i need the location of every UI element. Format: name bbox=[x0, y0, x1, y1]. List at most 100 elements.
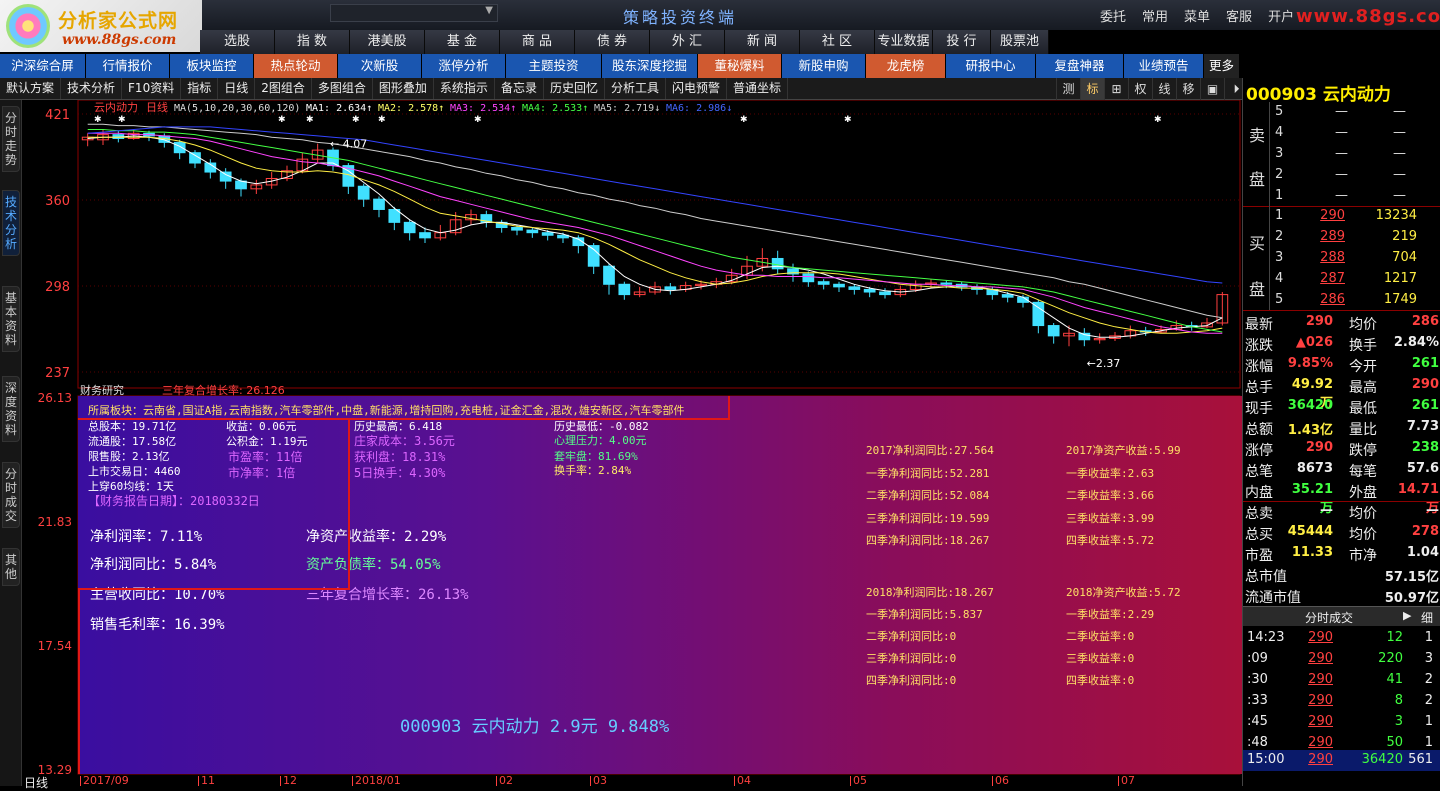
x-tick-label: 2018/01 bbox=[352, 775, 401, 786]
toolbar-right-button[interactable]: 测 bbox=[1056, 78, 1080, 100]
main-nav-item[interactable]: 选股 bbox=[200, 30, 275, 54]
toolbar-item[interactable]: 2图组合 bbox=[255, 78, 312, 99]
window-menu-item[interactable]: 菜单 bbox=[1184, 10, 1210, 25]
order-price[interactable]: 288 bbox=[1305, 250, 1345, 265]
main-nav-item[interactable]: 商 品 bbox=[500, 30, 575, 54]
candle-body bbox=[817, 281, 830, 285]
sub-nav-item[interactable]: 研报中心 bbox=[946, 54, 1036, 78]
sub-nav-item[interactable]: 热点轮动 bbox=[254, 54, 338, 78]
order-price[interactable]: — bbox=[1335, 167, 1348, 182]
window-menu-item[interactable]: 开户 bbox=[1268, 10, 1294, 25]
main-nav-item[interactable]: 社 区 bbox=[800, 30, 875, 54]
main-nav-item[interactable]: 外 汇 bbox=[650, 30, 725, 54]
toolbar-item[interactable]: 多图组合 bbox=[312, 78, 373, 99]
sub-nav-item[interactable]: 沪深综合屏 bbox=[0, 54, 86, 78]
event-marker-icon[interactable]: ✱ bbox=[118, 115, 126, 125]
ticks-detail-toggle[interactable]: 细 bbox=[1421, 609, 1433, 626]
toolbar-item[interactable]: 备忘录 bbox=[495, 78, 544, 99]
event-marker-icon[interactable]: ✱ bbox=[474, 115, 482, 125]
play-icon[interactable]: ▶ bbox=[1403, 609, 1411, 622]
left-tab[interactable]: 分时成交 bbox=[2, 462, 20, 528]
left-tab[interactable]: 技术分析 bbox=[2, 190, 20, 256]
chip-stat: 获利盘：18.31% bbox=[354, 450, 446, 464]
stat-label: 外盘 bbox=[1349, 485, 1377, 501]
main-nav-item[interactable]: 股票池 bbox=[991, 30, 1049, 54]
toolbar-item[interactable]: 分析工具 bbox=[605, 78, 666, 99]
left-tab[interactable]: 其他 bbox=[2, 548, 20, 586]
main-nav-item[interactable]: 新 闻 bbox=[725, 30, 800, 54]
sub-nav-item[interactable]: 股东深度挖掘 bbox=[602, 54, 698, 78]
window-menu-item[interactable]: 常用 bbox=[1142, 10, 1168, 25]
left-tab[interactable]: 分时走势 bbox=[2, 106, 20, 172]
toolbar-item[interactable]: 历史回忆 bbox=[544, 78, 605, 99]
toolbar-right-button[interactable]: ▣ bbox=[1200, 78, 1224, 100]
sub-nav-item[interactable]: 行情报价 bbox=[86, 54, 170, 78]
market-value: 57.15亿 bbox=[1384, 570, 1439, 585]
toolbar-item[interactable]: 图形叠加 bbox=[373, 78, 434, 99]
order-price[interactable]: 286 bbox=[1305, 292, 1345, 307]
tick-time: :45 bbox=[1247, 714, 1268, 729]
period-label[interactable]: 日线 bbox=[24, 774, 48, 791]
logo-url: www.88gs.com bbox=[62, 32, 177, 48]
order-price[interactable]: — bbox=[1335, 104, 1348, 119]
toolbar-item[interactable]: 日线 bbox=[218, 78, 256, 99]
search-dropdown[interactable]: ▼ bbox=[330, 4, 498, 22]
profit-yoy-2017: 一季净利润同比:52.281 bbox=[866, 466, 990, 480]
ma-line bbox=[87, 132, 1223, 334]
toolbar-item[interactable]: 普通坐标 bbox=[727, 78, 789, 99]
main-nav-item[interactable]: 投 行 bbox=[933, 30, 991, 54]
event-marker-icon[interactable]: ✱ bbox=[378, 115, 386, 125]
order-price[interactable]: 290 bbox=[1305, 208, 1345, 223]
window-menu-item[interactable]: 客服 bbox=[1226, 10, 1252, 25]
event-marker-icon[interactable]: ✱ bbox=[740, 115, 748, 125]
event-marker-icon[interactable]: ✱ bbox=[352, 115, 360, 125]
toolbar-right-button[interactable]: ⊞ bbox=[1104, 78, 1128, 100]
x-tick-label: 12 bbox=[280, 775, 297, 786]
kline-chart[interactable]: 421 360 298 237 云内动力 日线 MA(5,10,20,30,60,120) M… bbox=[22, 100, 1242, 390]
sub-nav-item[interactable]: 涨停分析 bbox=[422, 54, 506, 78]
ticks-header[interactable]: 分时成交 ▶ 细 bbox=[1243, 606, 1440, 626]
event-marker-icon[interactable]: ✱ bbox=[306, 115, 314, 125]
order-price[interactable]: 287 bbox=[1305, 271, 1345, 286]
left-tab[interactable]: 基本资料 bbox=[2, 286, 20, 352]
window-menu-item[interactable]: 委托 bbox=[1100, 10, 1126, 25]
sub-nav-item[interactable]: 更多 bbox=[1204, 54, 1240, 78]
main-nav-item[interactable]: 专业数据 bbox=[875, 30, 933, 54]
event-marker-icon[interactable]: ✱ bbox=[94, 115, 102, 125]
event-marker-icon[interactable]: ✱ bbox=[278, 115, 286, 125]
main-nav-item[interactable]: 债 券 bbox=[575, 30, 650, 54]
sub-nav-item[interactable]: 董秘爆料 bbox=[698, 54, 782, 78]
left-tab[interactable]: 深度资料 bbox=[2, 376, 20, 442]
x-tick-label: 11 bbox=[198, 775, 215, 786]
sub-nav-item[interactable]: 龙虎榜 bbox=[866, 54, 946, 78]
order-price[interactable]: — bbox=[1335, 146, 1348, 161]
event-marker-icon[interactable]: ✱ bbox=[1154, 115, 1162, 125]
order-price[interactable]: — bbox=[1335, 125, 1348, 140]
order-price[interactable]: — bbox=[1335, 188, 1348, 203]
stat-value: 290 bbox=[1305, 440, 1333, 455]
main-nav-item[interactable]: 港美股 bbox=[350, 30, 425, 54]
sub-nav-item[interactable]: 次新股 bbox=[338, 54, 422, 78]
toolbar-right-button[interactable]: 线 bbox=[1152, 78, 1176, 100]
toolbar-right-button[interactable]: 移 bbox=[1176, 78, 1200, 100]
main-nav-item[interactable]: 指 数 bbox=[275, 30, 350, 54]
toolbar-item[interactable]: F10资料 bbox=[122, 78, 182, 99]
toolbar-item[interactable]: 默认方案 bbox=[0, 78, 62, 99]
stat-label: 市净 bbox=[1349, 548, 1377, 564]
event-marker-icon[interactable]: ✱ bbox=[844, 115, 852, 125]
toolbar-item[interactable]: 技术分析 bbox=[61, 78, 123, 99]
sub-nav-item[interactable]: 板块监控 bbox=[170, 54, 254, 78]
sub-nav-item[interactable]: 业绩预告 bbox=[1124, 54, 1204, 78]
toolbar-item[interactable]: 指标 bbox=[181, 78, 219, 99]
toolbar-right-button[interactable]: 权 bbox=[1128, 78, 1152, 100]
main-nav-item[interactable]: 基 金 bbox=[425, 30, 500, 54]
quote-row: 涨停 290 跌停 238 bbox=[1243, 438, 1440, 459]
toolbar-item[interactable]: 闪电预警 bbox=[666, 78, 727, 99]
sub-nav-item[interactable]: 新股申购 bbox=[782, 54, 866, 78]
x-tick-label: 2017/09 bbox=[80, 775, 129, 786]
toolbar-item[interactable]: 系统指示 bbox=[434, 78, 495, 99]
sub-nav-item[interactable]: 主题投资 bbox=[506, 54, 602, 78]
order-price[interactable]: 289 bbox=[1305, 229, 1345, 244]
sub-nav-item[interactable]: 复盘神器 bbox=[1036, 54, 1124, 78]
toolbar-right-button[interactable]: 标 bbox=[1080, 78, 1104, 100]
